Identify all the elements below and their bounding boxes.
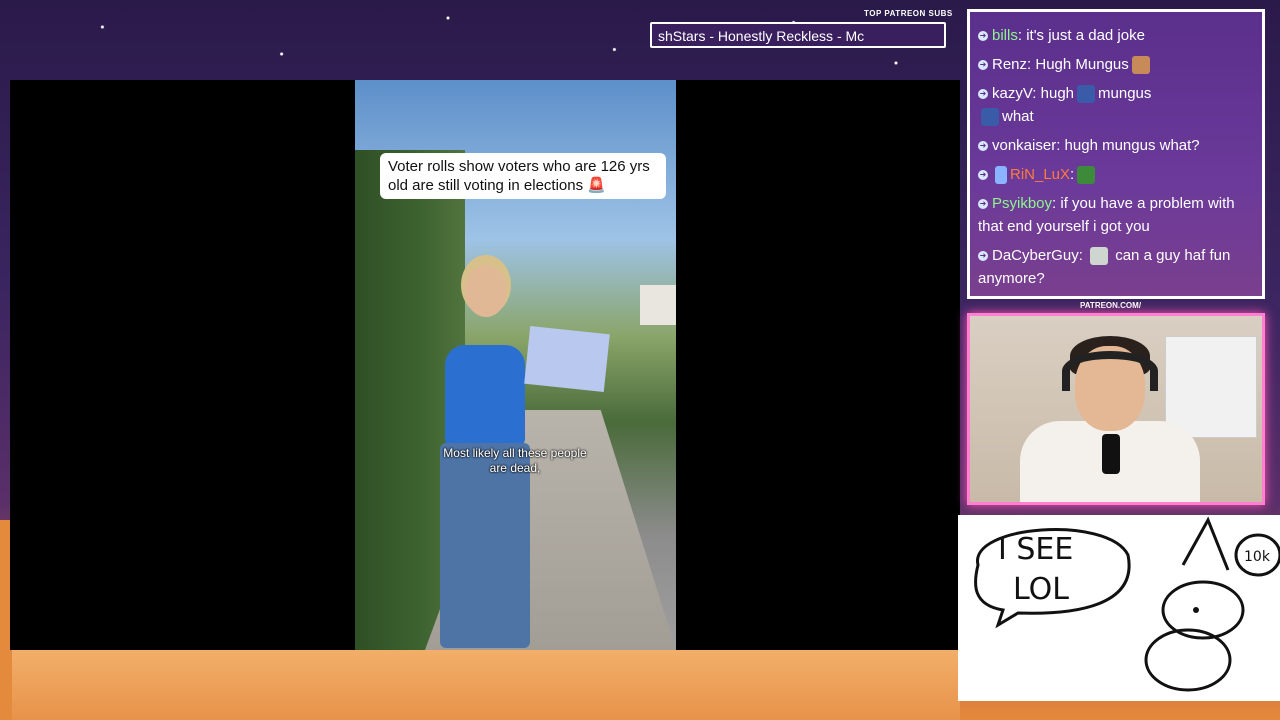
chat-text: what — [1002, 108, 1034, 125]
dog-body-icon — [1144, 628, 1232, 692]
chat-text: Hugh Mungus — [1035, 56, 1129, 73]
video-caption: Voter rolls show voters who are 126 yrs … — [380, 153, 666, 199]
chat-username: vonkaiser — [992, 137, 1057, 154]
chat-username: Psyikboy — [992, 195, 1053, 212]
chat-text: hugh — [1040, 85, 1075, 102]
chat-username: Renz — [992, 56, 1028, 73]
patreon-subs-ticker: shStars - Honestly Reckless - Mc — [650, 22, 946, 48]
chat-arrow-icon: ➜ — [978, 199, 988, 210]
frog-emote-icon — [1077, 166, 1096, 185]
woman-head — [465, 265, 507, 317]
chat-message: ➜ RiN_LuX: — [978, 163, 1256, 186]
cam-shelf — [1165, 336, 1257, 438]
thought-bubble-text: 10k — [1244, 549, 1271, 565]
dog-head-icon — [1161, 580, 1245, 640]
pepe-emote-icon — [981, 108, 999, 127]
doodle-drawing: I SEE LOL 10k — [958, 515, 1280, 701]
chat-message: ➜ DaCyberGuy: can a guy haf fun anymore? — [978, 247, 1231, 287]
chat-username: RiN_LuX — [1010, 166, 1071, 183]
chat-message: ➜ bills: it's just a dad joke — [978, 27, 1145, 44]
wizard-emote-icon — [1090, 247, 1109, 266]
chat-arrow-icon: ➜ — [978, 89, 988, 100]
chat-message: ➜ Psyikboy: if you have a problem with th… — [978, 195, 1235, 235]
doodle-svg: I SEE LOL 10k — [974, 516, 1280, 692]
subtitle-line-2: are dead, — [489, 461, 541, 475]
chat-username: bills — [992, 27, 1018, 44]
chat-arrow-icon: ➜ — [978, 170, 988, 181]
chat-message: ➜ Renz: Hugh Mungus — [978, 53, 1256, 76]
speech-line-2: LOL — [1013, 572, 1069, 607]
patreon-url: PATREON.COM/ — [1080, 301, 1142, 310]
chat-username: kazyV — [992, 85, 1033, 102]
chat-text: mungus — [1098, 85, 1152, 102]
speech-line-1: I SEE — [998, 532, 1073, 567]
patreon-subs-label: TOP PATREON SUBS — [864, 9, 953, 18]
ticker-text: shStars - Honestly Reckless - Mc — [658, 28, 865, 44]
woman-torso — [445, 345, 525, 445]
chat-text: it's just a dad joke — [1026, 27, 1145, 44]
house — [640, 285, 676, 325]
tiktok-video: Voter rolls show voters who are 126 yrs … — [355, 80, 676, 650]
paper-sheet — [524, 325, 610, 393]
subtitle-line-1: Most likely all these people — [443, 446, 587, 460]
webcam-feed — [967, 313, 1265, 505]
main-video-player[interactable]: Voter rolls show voters who are 126 yrs … — [10, 80, 960, 650]
desert-ground-decoration — [0, 648, 960, 720]
chat-arrow-icon: ➜ — [978, 251, 988, 262]
chat-message: ➜ vonkaiser: hugh mungus what? — [978, 137, 1200, 154]
headset-icon — [1062, 351, 1158, 391]
chat-panel: ➜ bills: it's just a dad joke ➜ Renz: Hugh… — [967, 9, 1265, 299]
chat-arrow-icon: ➜ — [978, 60, 988, 71]
chat-message: ➜ kazyV: hugh mungus what — [978, 85, 1152, 127]
face-emote-icon — [1131, 56, 1150, 75]
wizard-hat-icon — [1181, 516, 1230, 571]
badge-icon — [995, 166, 1007, 185]
chat-username: DaCyberGuy — [992, 247, 1079, 264]
pepe-emote-icon — [1077, 85, 1096, 104]
chat-text: hugh mungus what? — [1064, 137, 1200, 154]
chat-arrow-icon: ➜ — [978, 141, 988, 152]
microphone-icon — [1102, 434, 1120, 474]
video-subtitle: Most likely all these people are dead, — [415, 446, 615, 476]
dog-eye-icon — [1193, 607, 1199, 613]
chat-arrow-icon: ➜ — [978, 31, 988, 42]
